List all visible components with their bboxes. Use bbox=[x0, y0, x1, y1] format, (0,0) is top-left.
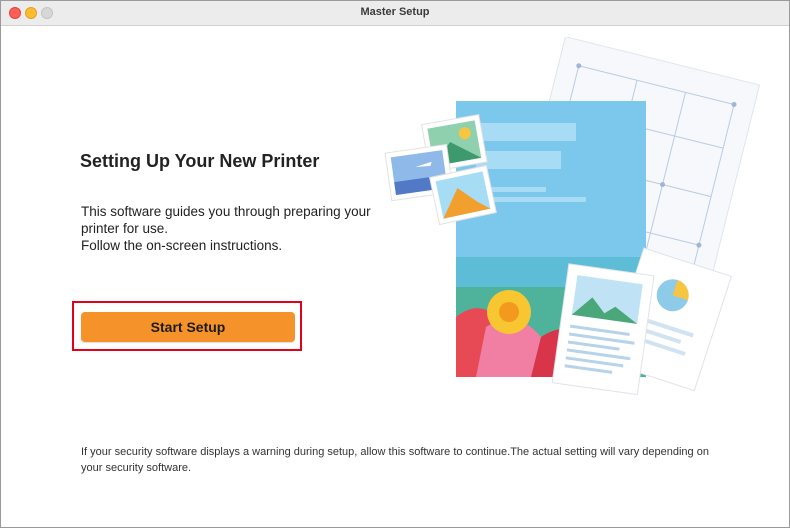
window-title: Master Setup bbox=[360, 6, 430, 18]
description-line-2: Follow the on-screen instructions. bbox=[81, 238, 283, 253]
security-note: If your security software displays a war… bbox=[81, 446, 709, 474]
printer-setup-illustration-icon bbox=[384, 37, 761, 396]
title-bar: Master Setup bbox=[1, 1, 789, 26]
description: This software guides you through prepari… bbox=[81, 203, 371, 254]
start-setup-button[interactable]: Start Setup bbox=[81, 312, 295, 342]
page-title: Setting Up Your New Printer bbox=[80, 151, 320, 171]
description-line-1: This software guides you through prepari… bbox=[81, 204, 371, 236]
app-window: Master Setup Setting Up Your New Printer… bbox=[0, 0, 790, 528]
